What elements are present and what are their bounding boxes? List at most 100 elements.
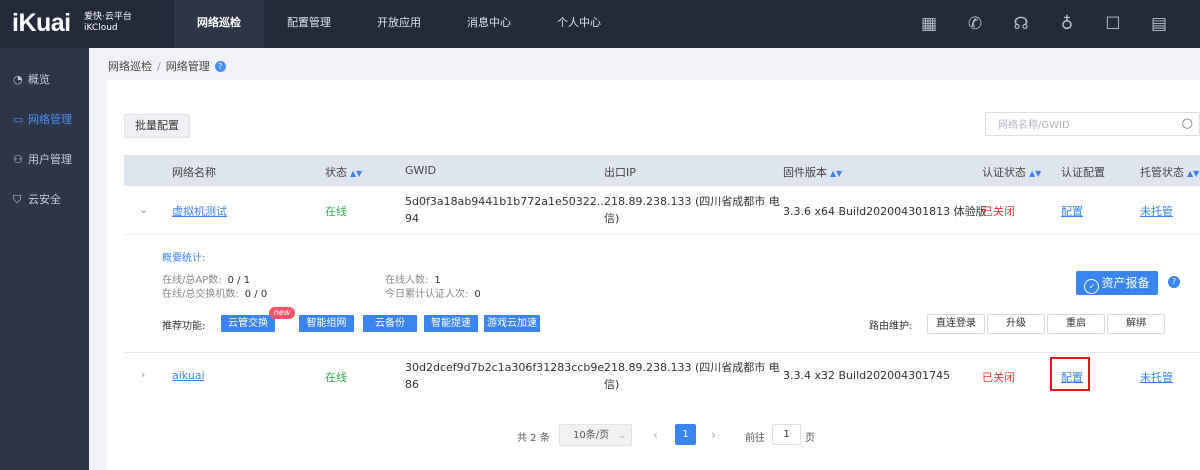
nav-network-inspection[interactable]: 网络巡检	[174, 0, 264, 48]
ikuai-logo[interactable]: iKuai	[12, 9, 71, 38]
page-number-current[interactable]: 1	[675, 424, 696, 445]
sidebar-item-overview[interactable]: ◔ 概览	[0, 60, 89, 100]
auth-count-stat: 今日累计认证人次: 0	[385, 285, 481, 300]
sort-icon[interactable]: ▲▼	[830, 169, 842, 178]
row-detail-panel: 概要统计: 在线/总AP数: 0 / 1 在线/总交换机数: 0 / 0 在线人数:…	[124, 235, 1200, 351]
sort-icon[interactable]: ▲▼	[1029, 169, 1041, 178]
message-icon[interactable]: ☐	[1090, 14, 1136, 34]
nav-open-apps[interactable]: 开放应用	[354, 0, 444, 48]
smart-network-button[interactable]: 智能组网	[299, 315, 354, 332]
network-list-panel: 批量配置 ○ 网络名称 状态▲▼ GWID 出口IP 固件版本▲▼ 认证状态▲▼…	[107, 80, 1200, 470]
cloud-backup-button[interactable]: 云备份	[363, 315, 417, 332]
upgrade-button[interactable]: 升级	[987, 314, 1045, 334]
breadcrumb: 网络巡检 / 网络管理?	[89, 48, 1200, 80]
gwid-line2: 94	[405, 212, 419, 225]
header-auth-status[interactable]: 认证状态 ▲▼	[982, 164, 1041, 180]
reboot-button[interactable]: 重启	[1047, 314, 1105, 334]
top-navigation-bar: iKuai 爱快·云平台 iKCloud 网络巡检 配置管理 开放应用 消息中心…	[0, 0, 1200, 48]
auth-status-cell: 已关闭	[982, 205, 1015, 218]
sort-icon[interactable]: ▲▼	[1187, 169, 1199, 178]
tools-icon[interactable]: ✆	[952, 14, 998, 34]
page-suffix: 页	[805, 433, 815, 444]
gwid-cell: 5d0f3a18ab9441b1b772a1e50322... 94	[405, 193, 607, 227]
batch-config-button[interactable]: 批量配置	[124, 114, 190, 138]
network-name-link[interactable]: 虚拟机测试	[172, 203, 227, 219]
breadcrumb-separator: /	[157, 60, 161, 73]
top-icons: ▦ ✆ ☊ ♁ ☐ ▤	[906, 0, 1182, 48]
lightbulb-icon[interactable]: ♁	[1044, 14, 1090, 34]
header-auth-config: 认证配置	[1061, 166, 1105, 179]
header-status[interactable]: 状态 ▲▼	[325, 164, 362, 180]
auth-value: 0	[474, 289, 481, 300]
nav-config-management[interactable]: 配置管理	[264, 0, 354, 48]
unbind-button[interactable]: 解绑	[1107, 314, 1165, 334]
breadcrumb-parent[interactable]: 网络巡检	[108, 60, 152, 73]
goto-page-input[interactable]	[772, 424, 801, 445]
help-icon[interactable]: ?	[1168, 276, 1180, 288]
brand-text: 爱快·云平台 iKCloud	[84, 12, 132, 34]
goto-label: 前往	[745, 433, 765, 444]
ip-line2: 信)	[604, 378, 620, 391]
nav-personal-center[interactable]: 个人中心	[534, 0, 624, 48]
shield-icon: ⛉	[13, 193, 22, 206]
online-users-stat: 在线人数: 1	[385, 271, 441, 286]
sidebar-item-cloud-security[interactable]: ⛉ 云安全	[0, 180, 89, 220]
asset-report-label: 资产报备	[1101, 276, 1150, 290]
pagination: 共 2 条 10条/页 ⌄ ‹ 1 › 前往 页	[107, 424, 1200, 448]
check-icon: ✓	[1084, 279, 1100, 294]
game-acceleration-button[interactable]: 游戏云加速	[484, 315, 540, 332]
breadcrumb-current: 网络管理	[165, 60, 210, 73]
hosting-status-link[interactable]: 未托管	[1140, 369, 1173, 385]
switch-label: 在线/总交换机数:	[162, 289, 239, 300]
network-icon: ▭	[13, 113, 24, 126]
auth-label: 今日累计认证人次:	[385, 289, 469, 300]
cloud-switch-button[interactable]: 云管交换	[221, 315, 275, 332]
brand-name: 爱快·云平台	[84, 12, 132, 22]
auth-config-link[interactable]: 配置	[1061, 203, 1083, 219]
page-size-select[interactable]: 10条/页 ⌄	[559, 424, 632, 446]
page-size-value: 10条/页	[573, 430, 610, 441]
header-status-label: 状态	[325, 166, 347, 179]
status-badge: 在线	[325, 371, 347, 384]
expand-chevron-icon[interactable]: ›	[141, 368, 145, 381]
collapse-chevron-icon[interactable]: ⌄	[139, 203, 148, 216]
apps-icon[interactable]: ▦	[906, 14, 952, 34]
gwid-line1: 5d0f3a18ab9441b1b772a1e50322...	[405, 195, 608, 208]
brand-subtitle: iKCloud	[84, 23, 118, 33]
highlight-box	[1050, 357, 1090, 391]
search-input[interactable]	[996, 114, 1180, 136]
table-row: ⌄ 虚拟机测试 在线 5d0f3a18ab9441b1b772a1e50322.…	[124, 186, 1200, 235]
document-icon[interactable]: ▤	[1136, 14, 1182, 34]
search-icon[interactable]: ○	[1182, 116, 1193, 131]
gwid-line1: 30d2dcef9d7b2c1a306f31283ccb9e	[405, 361, 605, 374]
header-hosting-status[interactable]: 托管状态 ▲▼	[1140, 164, 1199, 180]
sort-icon[interactable]: ▲▼	[350, 169, 362, 178]
user-icon: ⚇	[13, 153, 23, 166]
prev-page-icon[interactable]: ‹	[653, 428, 658, 442]
new-badge: new	[269, 307, 295, 319]
header-firmware[interactable]: 固件版本 ▲▼	[783, 164, 842, 180]
summary-title: 概要统计:	[162, 253, 206, 264]
help-icon[interactable]: ?	[214, 61, 226, 72]
total-count: 共 2 条	[517, 433, 550, 444]
direct-login-button[interactable]: 直连登录	[927, 314, 985, 334]
router-maintenance-label: 路由维护:	[869, 321, 913, 332]
search-box: ○	[985, 112, 1200, 136]
exit-ip-cell: 218.89.238.133 (四川省成都市 电信)	[604, 193, 780, 227]
header-network-name: 网络名称	[172, 166, 216, 179]
sidebar: ◔ 概览 ▭ 网络管理 ⚇ 用户管理 ⛉ 云安全	[0, 48, 89, 470]
sidebar-item-user-management[interactable]: ⚇ 用户管理	[0, 140, 89, 180]
sidebar-item-network-management[interactable]: ▭ 网络管理	[0, 100, 89, 140]
next-page-icon[interactable]: ›	[711, 428, 716, 442]
header-hosting-label: 托管状态	[1140, 166, 1184, 179]
nav-message-center[interactable]: 消息中心	[444, 0, 534, 48]
exit-ip-cell: 218.89.238.133 (四川省成都市 电信)	[604, 359, 780, 393]
firmware-cell: 3.3.6 x64 Build202004301813 体验版	[783, 205, 987, 218]
hosting-status-link[interactable]: 未托管	[1140, 203, 1173, 219]
network-name-link[interactable]: aikuai	[172, 369, 205, 382]
asset-report-button[interactable]: ✓ 资产报备	[1076, 271, 1158, 295]
main-nav: 网络巡检 配置管理 开放应用 消息中心 个人中心	[174, 0, 624, 48]
headset-icon[interactable]: ☊	[998, 14, 1044, 34]
smart-speedup-button[interactable]: 智能提速	[424, 315, 478, 332]
